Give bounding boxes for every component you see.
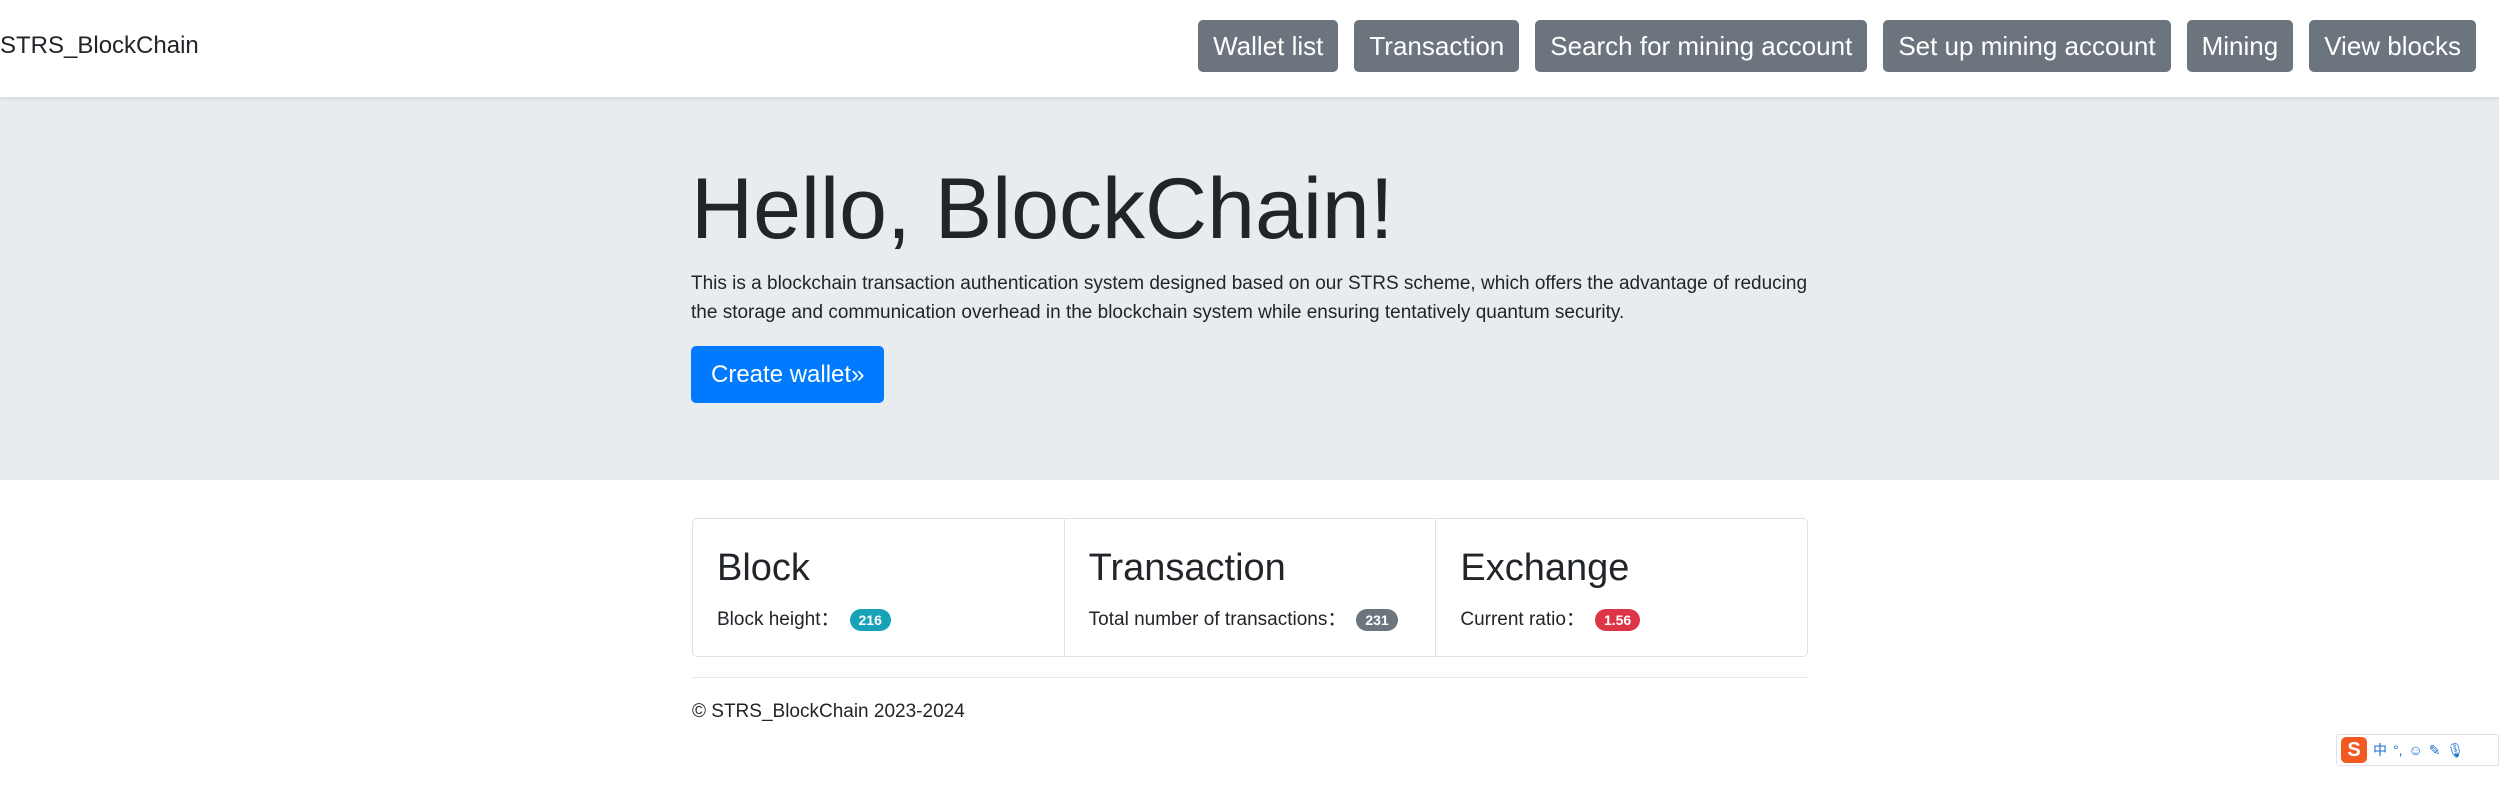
footer-copyright: © STRS_BlockChain 2023-2024 [692, 701, 965, 722]
block-height-badge: 216 [849, 609, 891, 631]
stat-title: Block [717, 547, 810, 589]
hero-section: Hello, BlockChain! This is a blockchain … [0, 97, 2499, 480]
stat-label: Current ratio： [1460, 609, 1585, 630]
stat-line: Total number of transactions： 231 [1089, 607, 1398, 633]
navbar: STRS_BlockChain Wallet list Transaction … [0, 0, 2499, 97]
ime-toolbar: S 中 °, ☺ ✎ 🎙 [2336, 734, 2499, 766]
stat-label: Total number of transactions： [1088, 609, 1347, 630]
stat-label: Block height： [717, 609, 840, 630]
current-ratio-badge: 1.56 [1594, 609, 1641, 631]
stat-card-exchange: Exchange Current ratio： 1.56 [1436, 519, 1807, 656]
stat-title: Exchange [1460, 547, 1630, 589]
microphone-icon[interactable]: 🎙 [2447, 741, 2465, 759]
punctuation-icon[interactable]: °, [2393, 741, 2403, 759]
view-blocks-button[interactable]: View blocks [2309, 20, 2476, 72]
transaction-count-badge: 231 [1356, 609, 1398, 631]
set-up-mining-account-button[interactable]: Set up mining account [1883, 20, 2171, 72]
wallet-list-button[interactable]: Wallet list [1198, 20, 1339, 72]
stat-title: Transaction [1088, 547, 1286, 589]
hero-title: Hello, BlockChain! [691, 161, 1394, 257]
footer-divider [692, 677, 1808, 678]
mining-button[interactable]: Mining [2186, 20, 2294, 72]
search-mining-account-button[interactable]: Search for mining account [1535, 20, 1868, 72]
stat-card-block: Block Block height： 216 [693, 519, 1065, 656]
stat-line: Block height： 216 [717, 607, 891, 633]
emoji-icon[interactable]: ☺ [2409, 741, 2423, 759]
hero-description: This is a blockchain transaction authent… [691, 273, 1808, 323]
chinese-mode-icon[interactable]: 中 [2373, 741, 2387, 759]
brand-title[interactable]: STRS_BlockChain [0, 30, 199, 62]
stat-line: Current ratio： 1.56 [1460, 607, 1641, 633]
create-wallet-button[interactable]: Create wallet» [691, 346, 885, 403]
ime-logo-icon[interactable]: S [2341, 737, 2367, 763]
stats-panel: Block Block height： 216 Transaction Tota… [692, 518, 1808, 657]
stat-card-transaction: Transaction Total number of transactions… [1065, 519, 1437, 656]
handwriting-icon[interactable]: ✎ [2429, 741, 2441, 759]
nav-button-group: Wallet list Transaction Search for minin… [1198, 20, 2476, 72]
transaction-button[interactable]: Transaction [1354, 20, 1520, 72]
